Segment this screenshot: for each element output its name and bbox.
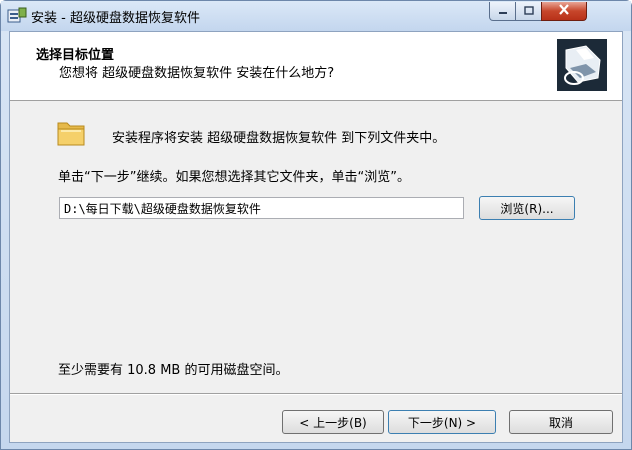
install-info-text: 安装程序将安装 超级硬盘数据恢复软件 到下列文件夹中。 bbox=[112, 131, 446, 146]
maximize-button[interactable] bbox=[515, 2, 542, 21]
back-button[interactable]: < 上一步(B) bbox=[282, 410, 384, 434]
maximize-icon bbox=[523, 4, 534, 19]
close-icon bbox=[558, 3, 570, 19]
wizard-body: 安装程序将安装 超级硬盘数据恢复软件 到下列文件夹中。 单击“下一步”继续。如果… bbox=[10, 101, 622, 393]
wizard-header: 选择目标位置 您想将 超级硬盘数据恢复软件 安装在什么地方? bbox=[10, 32, 622, 101]
instruction-text: 单击“下一步”继续。如果您想选择其它文件夹，单击“浏览”。 bbox=[58, 170, 410, 185]
cancel-button[interactable]: 取消 bbox=[509, 410, 613, 434]
footer-divider bbox=[10, 393, 622, 395]
title-bar[interactable]: 安装 - 超级硬盘数据恢复软件 bbox=[1, 1, 631, 31]
page-subtitle: 您想将 超级硬盘数据恢复软件 安装在什么地方? bbox=[59, 66, 335, 81]
page-title: 选择目标位置 bbox=[36, 48, 115, 63]
close-button[interactable] bbox=[541, 2, 587, 21]
window-title: 安装 - 超级硬盘数据恢复软件 bbox=[31, 11, 200, 26]
install-path-input[interactable] bbox=[59, 197, 464, 219]
next-button[interactable]: 下一步(N) > bbox=[388, 410, 496, 434]
minimize-button[interactable] bbox=[489, 2, 516, 21]
minimize-icon bbox=[498, 4, 508, 19]
installer-window: 安装 - 超级硬盘数据恢复软件 选择目标位置 您想将 超级硬盘数据恢复软件 安装… bbox=[0, 0, 632, 450]
installer-icon bbox=[7, 7, 27, 25]
wizard-client-area: 选择目标位置 您想将 超级硬盘数据恢复软件 安装在什么地方? 安装程序将安装 超… bbox=[9, 31, 623, 443]
install-computer-icon bbox=[556, 38, 608, 92]
browse-button[interactable]: 浏览(R)... bbox=[479, 196, 575, 220]
disk-space-text: 至少需要有 10.8 MB 的可用磁盘空间。 bbox=[58, 363, 289, 378]
folder-icon bbox=[55, 117, 87, 149]
